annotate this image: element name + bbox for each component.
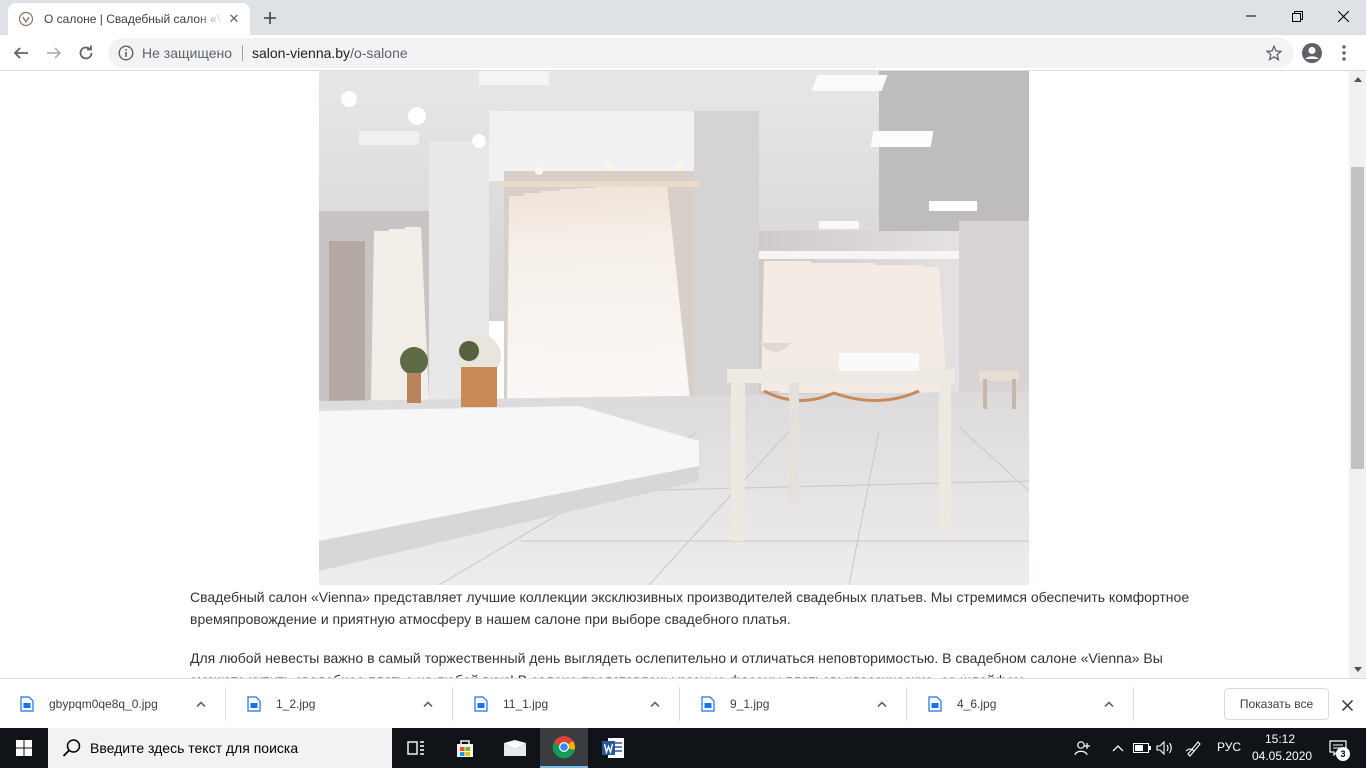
task-view-icon[interactable] <box>392 728 440 768</box>
restore-icon[interactable] <box>1274 0 1320 32</box>
language-indicator[interactable]: РУС <box>1217 740 1241 754</box>
chevron-up-icon[interactable] <box>641 690 669 718</box>
download-item[interactable]: 9_1.jpg <box>681 687 907 721</box>
close-window-icon[interactable] <box>1320 0 1366 32</box>
search-icon <box>62 738 82 758</box>
chevron-up-icon[interactable] <box>187 690 215 718</box>
image-file-icon <box>247 696 261 712</box>
tab-title: О салоне | Свадебный салон «Vienna» <box>44 12 224 26</box>
chevron-up-tray-icon[interactable] <box>1108 738 1128 758</box>
bookmark-star-icon[interactable] <box>1265 44 1283 61</box>
chevron-up-icon[interactable] <box>868 690 896 718</box>
windows-taskbar: Введите здесь текст для поиска РУС 15:12… <box>0 728 1366 768</box>
browser-tab[interactable]: О салоне | Свадебный салон «Vienna» ✕ <box>8 3 250 35</box>
reload-icon[interactable] <box>72 39 100 67</box>
taskbar-search-box[interactable]: Введите здесь текст для поиска <box>48 728 392 768</box>
search-placeholder: Введите здесь текст для поиска <box>90 740 299 756</box>
page-scrollbar[interactable] <box>1349 71 1366 678</box>
chrome-icon[interactable] <box>540 728 588 768</box>
salon-favicon-icon <box>18 11 34 27</box>
download-filename: 1_2.jpg <box>276 697 316 711</box>
about-article: Свадебный салон «Vienna» представляет лу… <box>190 586 1190 678</box>
show-all-downloads-button[interactable]: Показать все <box>1224 688 1329 720</box>
tab-strip: О салоне | Свадебный салон «Vienna» ✕ <box>0 0 1366 35</box>
scroll-down-arrow-icon[interactable] <box>1349 661 1366 678</box>
system-clock[interactable]: 15:12 04.05.2020 <box>1252 731 1313 765</box>
security-label[interactable]: Не защищено <box>142 45 232 61</box>
address-divider <box>242 45 243 61</box>
pen-ink-icon[interactable] <box>1184 738 1204 758</box>
tab-close-icon[interactable]: ✕ <box>226 11 242 27</box>
store-icon[interactable] <box>441 728 489 768</box>
window-controls <box>1228 0 1366 32</box>
forward-arrow-icon[interactable] <box>40 39 68 67</box>
article-paragraph-2: Для любой невесты важно в самый торжеств… <box>190 650 1163 678</box>
salon-interior-photo <box>319 71 1029 585</box>
profile-avatar-icon[interactable] <box>1300 41 1324 65</box>
download-filename: 9_1.jpg <box>730 697 770 711</box>
image-file-icon <box>20 696 34 712</box>
url-path: /o-salone <box>350 45 408 61</box>
download-filename: 4_6.jpg <box>957 697 997 711</box>
image-file-icon <box>928 696 942 712</box>
download-item[interactable]: gbypqm0qe8q_0.jpg <box>0 687 226 721</box>
windows-start-icon[interactable] <box>0 728 48 768</box>
browser-toolbar: Не защищено salon-vienna.by/o-salone <box>0 35 1366 71</box>
volume-icon[interactable] <box>1155 738 1175 758</box>
people-icon[interactable] <box>1073 738 1093 758</box>
chevron-up-icon[interactable] <box>414 690 442 718</box>
article-paragraph-1: Свадебный салон «Vienna» представляет лу… <box>190 589 1190 627</box>
image-file-icon <box>474 696 488 712</box>
scroll-up-arrow-icon[interactable] <box>1349 71 1366 88</box>
word-icon[interactable] <box>589 728 637 768</box>
clock-time: 15:12 <box>1264 732 1296 746</box>
url-host: salon-vienna.by <box>252 45 351 61</box>
battery-icon[interactable] <box>1132 738 1152 758</box>
back-arrow-icon[interactable] <box>7 39 35 67</box>
new-tab-icon[interactable] <box>258 6 282 30</box>
download-item[interactable]: 11_1.jpg <box>454 687 680 721</box>
notification-count-badge: 3 <box>1336 747 1350 761</box>
mail-icon[interactable] <box>491 728 539 768</box>
action-center-icon[interactable]: 3 <box>1318 728 1358 768</box>
downloads-shelf: gbypqm0qe8q_0.jpg 1_2.jpg 11_1.jpg 9_1.j… <box>0 678 1366 728</box>
info-icon[interactable] <box>118 45 134 61</box>
close-downloads-icon[interactable] <box>1336 694 1358 716</box>
download-item[interactable]: 1_2.jpg <box>227 687 453 721</box>
image-file-icon <box>701 696 715 712</box>
minimize-icon[interactable] <box>1228 0 1274 32</box>
url-text[interactable]: salon-vienna.by/o-salone <box>252 45 408 61</box>
address-bar[interactable]: Не защищено salon-vienna.by/o-salone <box>108 38 1294 68</box>
download-filename: 11_1.jpg <box>503 697 549 711</box>
page-viewport: Свадебный салон «Vienna» представляет лу… <box>0 71 1349 678</box>
clock-date: 04.05.2020 <box>1252 749 1313 763</box>
chevron-up-icon[interactable] <box>1095 690 1123 718</box>
browser-menu-icon[interactable] <box>1330 39 1358 67</box>
scroll-thumb[interactable] <box>1351 167 1364 469</box>
download-filename: gbypqm0qe8q_0.jpg <box>49 697 158 711</box>
download-item[interactable]: 4_6.jpg <box>908 687 1134 721</box>
